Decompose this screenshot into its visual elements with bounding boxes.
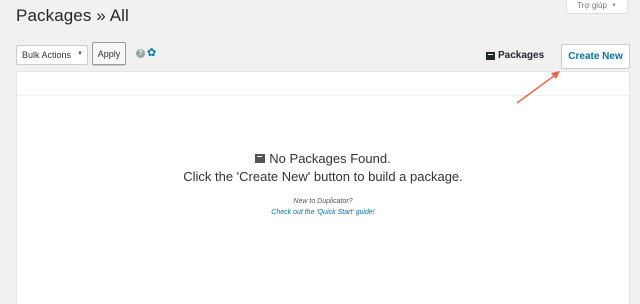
- create-new-button[interactable]: Create New: [561, 44, 630, 69]
- page-title: Packages » All: [16, 6, 129, 25]
- archive-icon: [486, 51, 495, 60]
- table-header-divider: [17, 95, 629, 96]
- help-tab-label: Trợ giúp: [577, 1, 607, 10]
- quick-start-link[interactable]: Check out the 'Quick Start' guide!: [17, 209, 629, 216]
- gear-icon[interactable]: ✿: [147, 47, 156, 59]
- bulk-actions-label: Bulk Actions: [22, 50, 72, 60]
- apply-button[interactable]: Apply: [92, 42, 126, 65]
- help-icon[interactable]: ?: [136, 49, 145, 58]
- archive-icon: [255, 154, 266, 163]
- packages-label: Packages: [498, 50, 545, 61]
- new-to-duplicator-text: New to Duplicator?: [293, 198, 353, 205]
- empty-state-message: Click the 'Create New' button to build a…: [183, 169, 463, 184]
- chevron-down-icon: ▼: [77, 51, 83, 57]
- help-tab[interactable]: Trợ giúp ▼: [566, 0, 628, 14]
- bulk-actions-select[interactable]: Bulk Actions ▼: [16, 45, 88, 65]
- chevron-down-icon: ▼: [610, 2, 617, 9]
- packages-panel: No Packages Found. Click the 'Create New…: [16, 71, 630, 304]
- empty-state-title: No Packages Found.: [17, 151, 629, 166]
- empty-state-title-text: No Packages Found.: [269, 151, 391, 166]
- packages-link[interactable]: Packages: [486, 50, 544, 61]
